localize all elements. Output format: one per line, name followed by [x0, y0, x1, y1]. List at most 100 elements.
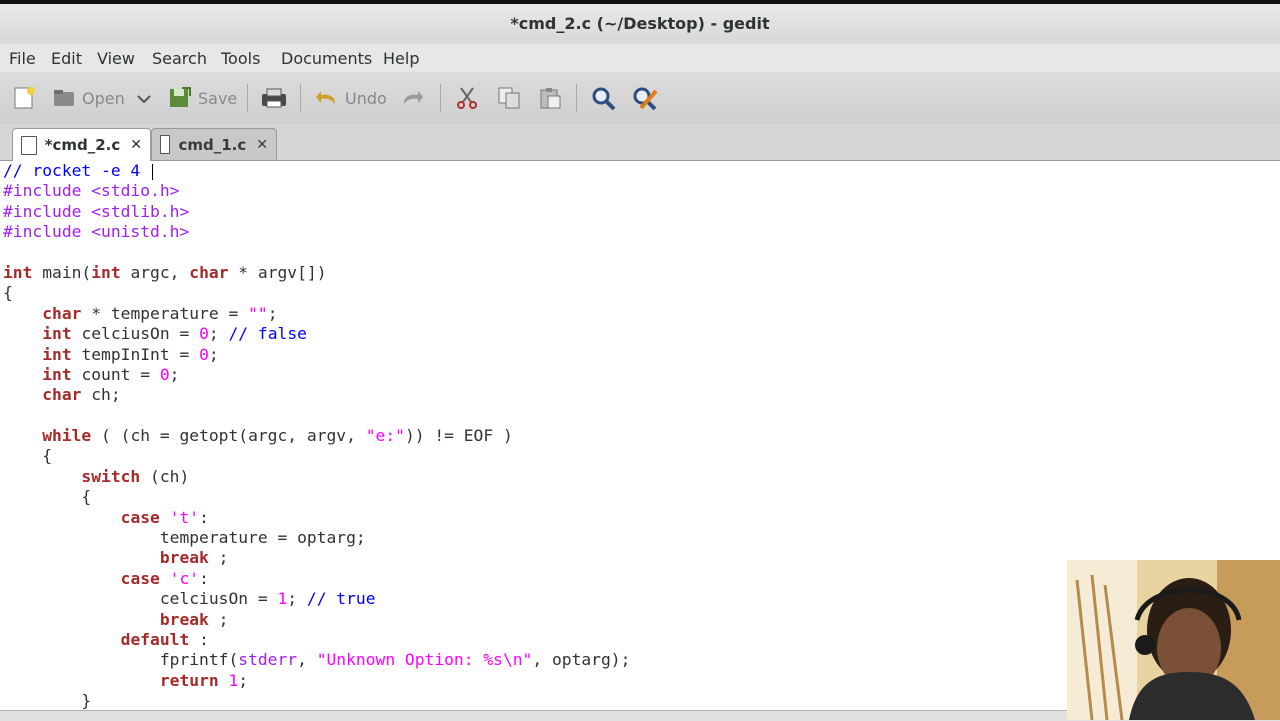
- code-line: char * temperature = "";: [3, 304, 630, 324]
- code-token: while: [42, 426, 102, 446]
- toolbar-separator: [300, 84, 301, 112]
- code-line: return 1;: [3, 671, 630, 691]
- code-token: * argv[]): [238, 262, 327, 282]
- code-line: while ( (ch = getopt(argc, argv, "e:")) …: [3, 426, 630, 446]
- code-token: , optarg);: [532, 650, 631, 670]
- find-button[interactable]: [590, 82, 620, 114]
- code-token: 0: [199, 344, 209, 364]
- new-document-icon: [12, 86, 36, 110]
- code-line: break ;: [3, 610, 630, 630]
- menu-file[interactable]: File: [9, 49, 36, 68]
- code-token: ;: [267, 303, 278, 323]
- code-line: #include <stdio.h>: [3, 181, 630, 201]
- code-token: char: [42, 385, 92, 405]
- menu-edit[interactable]: Edit: [51, 49, 82, 68]
- paste-icon: [538, 86, 562, 110]
- code-line: int celciusOn = 0; // false: [3, 324, 630, 344]
- chevron-down-icon[interactable]: [137, 89, 151, 108]
- code-token: break: [159, 609, 219, 629]
- menu-view[interactable]: View: [97, 49, 135, 68]
- undo-button[interactable]: Undo: [315, 82, 387, 114]
- code-line: switch (ch): [3, 467, 630, 487]
- open-button[interactable]: Open: [52, 82, 151, 114]
- code-line: case 't':: [3, 508, 630, 528]
- print-button[interactable]: [261, 82, 291, 114]
- menu-bar: File Edit View Search Tools Documents He…: [0, 44, 1280, 72]
- copy-button[interactable]: [497, 82, 527, 114]
- close-icon[interactable]: ✕: [256, 137, 268, 153]
- code-token: int: [3, 262, 43, 282]
- code-token: int: [91, 262, 131, 282]
- code-token: // rocket -e 4: [3, 161, 151, 180]
- code-line: char ch;: [3, 385, 630, 405]
- code-token: char: [42, 303, 92, 323]
- code-line: // rocket -e 4: [3, 161, 630, 181]
- webcam-video-frame: [1067, 560, 1280, 720]
- code-line: }: [3, 691, 630, 710]
- save-label: Save: [198, 88, 238, 108]
- tab-label: cmd_1.c: [178, 135, 247, 154]
- code-token: case: [120, 507, 170, 527]
- save-icon: [168, 86, 192, 110]
- folder-open-icon: [52, 86, 76, 110]
- toolbar-separator: [576, 84, 577, 112]
- paste-button[interactable]: [538, 82, 568, 114]
- code-token: // true: [306, 589, 376, 609]
- cut-button[interactable]: [455, 82, 485, 114]
- tab-cmd-1[interactable]: cmd_1.c ✕: [151, 128, 277, 160]
- code-token: )) != EOF ): [404, 426, 513, 446]
- code-token: ,: [297, 650, 317, 670]
- code-token: {: [3, 487, 92, 507]
- code-token: 0: [199, 324, 209, 344]
- code-token: return: [159, 670, 229, 690]
- code-line: celciusOn = 1; // true: [3, 589, 630, 609]
- code-token: :: [199, 568, 209, 588]
- save-button[interactable]: Save: [168, 82, 237, 114]
- code-line: default :: [3, 630, 630, 650]
- menu-documents[interactable]: Documents: [281, 49, 372, 68]
- code-line: break ;: [3, 548, 630, 568]
- code-token: * temperature =: [91, 303, 249, 323]
- code-token: :: [199, 629, 209, 649]
- code-token: break: [159, 548, 219, 568]
- code-line: temperature = optarg;: [3, 528, 630, 548]
- code-token: default: [120, 629, 200, 649]
- search-icon: [590, 86, 616, 111]
- code-token: "e:": [365, 426, 405, 446]
- find-replace-button[interactable]: [631, 82, 661, 114]
- undo-label: Undo: [345, 88, 387, 108]
- undo-icon: [315, 86, 339, 110]
- menu-help[interactable]: Help: [383, 49, 419, 68]
- code-token: ;: [208, 324, 229, 344]
- close-icon[interactable]: ✕: [130, 137, 142, 153]
- tab-cmd-2[interactable]: *cmd_2.c ✕: [12, 128, 151, 161]
- redo-button[interactable]: [400, 82, 430, 114]
- code-line: #include <stdlib.h>: [3, 202, 630, 222]
- code-text: // rocket -e 4 #include <stdio.h> #includ…: [3, 161, 630, 710]
- code-line: #include <unistd.h>: [3, 222, 630, 242]
- code-token: stderr: [238, 650, 298, 670]
- code-token: {: [3, 283, 13, 303]
- code-token: switch: [81, 466, 151, 486]
- code-line: case 'c':: [3, 569, 630, 589]
- new-document-button[interactable]: [12, 82, 42, 114]
- toolbar-separator: [247, 84, 248, 112]
- menu-tools[interactable]: Tools: [221, 49, 260, 68]
- menu-search[interactable]: Search: [152, 49, 207, 68]
- code-token: int: [42, 344, 82, 364]
- code-token: ;: [218, 548, 229, 568]
- code-token: main(: [42, 262, 92, 282]
- code-token: ( (ch = getopt(argc, argv,: [101, 426, 366, 446]
- code-token: ;: [287, 589, 307, 609]
- text-cursor: [152, 163, 154, 180]
- code-line: {: [3, 487, 630, 507]
- code-token: celciusOn =: [81, 324, 200, 344]
